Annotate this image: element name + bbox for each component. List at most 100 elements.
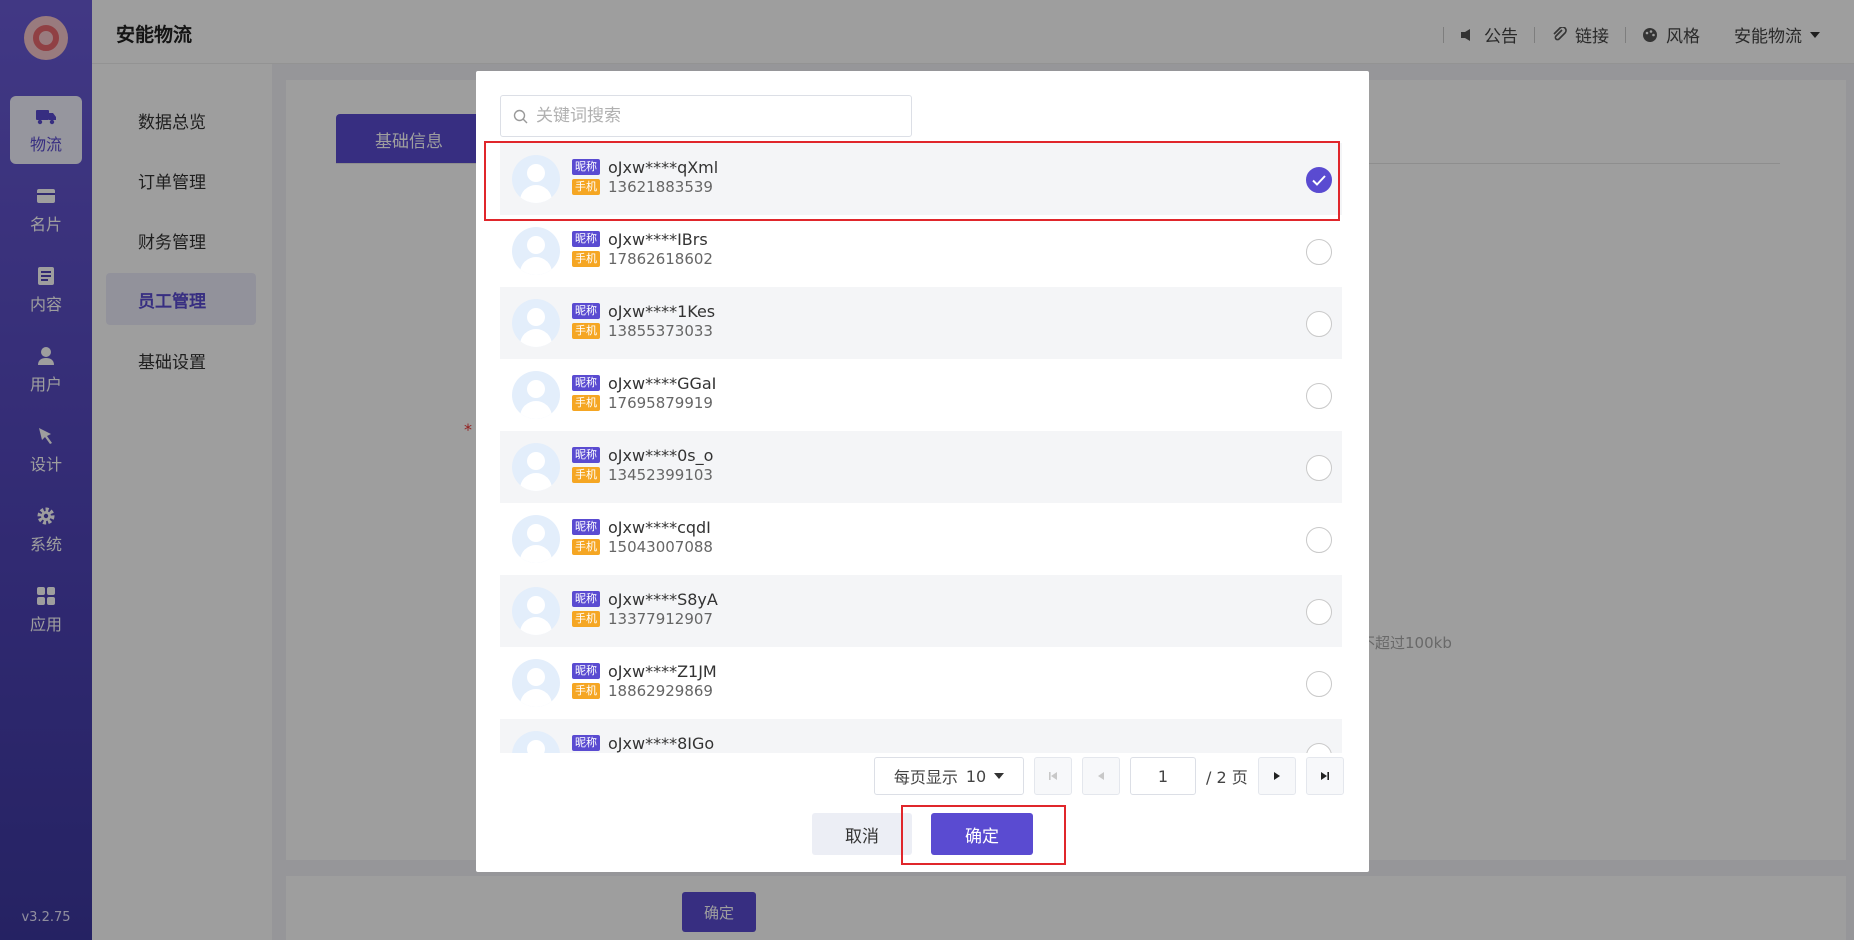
nickname-tag: 昵称 — [572, 231, 600, 247]
confirm-highlight — [901, 805, 1066, 865]
user-info: 昵称 oJxw****cqdI 手机 15043007088 — [572, 517, 713, 557]
select-radio[interactable] — [1306, 239, 1332, 265]
phone-tag: 手机 — [572, 539, 600, 555]
user-row[interactable]: 昵称 oJxw****1Kes 手机 13855373033 — [500, 287, 1342, 359]
phone-line: 手机 13855373033 — [572, 321, 715, 341]
caret-right-icon — [1273, 772, 1280, 780]
user-row[interactable]: 昵称 oJxw****IBrs 手机 17862618602 — [500, 215, 1342, 287]
nickname: oJxw****GGaI — [608, 373, 717, 393]
phone-tag: 手机 — [572, 323, 600, 339]
phone-tag: 手机 — [572, 251, 600, 267]
user-row[interactable]: 昵称 oJxw****cqdI 手机 15043007088 — [500, 503, 1342, 575]
avatar — [512, 515, 560, 563]
avatar — [512, 443, 560, 491]
phone-line: 手机 13452399103 — [572, 465, 713, 485]
user-row[interactable]: 昵称 oJxw****S8yA 手机 13377912907 — [500, 575, 1342, 647]
phone-number: 13855373033 — [608, 322, 713, 340]
nickname-tag: 昵称 — [572, 663, 600, 679]
select-user-modal: 昵称oJxw****qXml手机13621883539昵称oJxw****IBr… — [476, 71, 1369, 872]
per-page-select[interactable]: 每页显示 10 — [874, 757, 1024, 795]
nickname-tag: 昵称 — [572, 447, 600, 463]
user-row[interactable]: 昵称 oJxw****GGaI 手机 17695879919 — [500, 359, 1342, 431]
nickname-line: 昵称 oJxw****8IGo — [572, 733, 714, 753]
last-page-button[interactable] — [1305, 757, 1344, 795]
avatar — [512, 371, 560, 419]
next-page-button[interactable] — [1257, 757, 1296, 795]
user-row[interactable]: 昵称oJxw****8IGo手机 — [500, 719, 1342, 753]
nickname: oJxw****0s_o — [608, 445, 714, 465]
user-info: 昵称 oJxw****IBrs 手机 17862618602 — [572, 229, 713, 269]
select-radio[interactable] — [1306, 455, 1332, 481]
phone-line: 手机 18862929869 — [572, 681, 717, 701]
nickname-tag: 昵称 — [572, 375, 600, 391]
page-number-input[interactable]: 1 — [1130, 757, 1196, 795]
search-input[interactable] — [536, 106, 896, 126]
avatar — [512, 587, 560, 635]
phone-line: 手机 17695879919 — [572, 393, 716, 413]
phone-number: 13452399103 — [608, 466, 713, 484]
phone-tag: 手机 — [572, 683, 600, 699]
phone-tag: 手机 — [572, 395, 600, 411]
nickname-line: 昵称 oJxw****Z1JM — [572, 661, 717, 681]
nickname: oJxw****1Kes — [608, 301, 716, 321]
phone-tag: 手机 — [572, 611, 600, 627]
nickname-tag: 昵称 — [572, 591, 600, 607]
phone-line: 手机 13377912907 — [572, 609, 718, 629]
avatar — [512, 659, 560, 707]
per-page-label: 每页显示 — [893, 768, 958, 787]
select-radio[interactable] — [1306, 311, 1332, 337]
phone-number: 17695879919 — [608, 394, 713, 412]
nickname: oJxw****S8yA — [608, 589, 718, 609]
phone-number: 15043007088 — [608, 538, 713, 556]
nickname-line: 昵称 oJxw****S8yA — [572, 589, 718, 609]
phone-line: 手机 17862618602 — [572, 249, 713, 269]
first-page-icon — [1049, 772, 1057, 780]
select-radio[interactable] — [1306, 383, 1332, 409]
user-info: 昵称 oJxw****S8yA 手机 13377912907 — [572, 589, 718, 629]
phone-line: 手机 15043007088 — [572, 537, 713, 557]
avatar — [512, 227, 560, 275]
nickname-line: 昵称 oJxw****1Kes — [572, 301, 715, 321]
caret-down-icon — [994, 773, 1005, 779]
total-pages: / 2 页 — [1206, 768, 1248, 787]
last-page-icon — [1320, 772, 1329, 780]
search-icon — [513, 109, 528, 123]
user-row[interactable]: 昵称 oJxw****0s_o 手机 13452399103 — [500, 431, 1342, 503]
caret-left-icon — [1098, 772, 1104, 780]
nickname: oJxw****Z1JM — [608, 661, 717, 681]
user-info: 昵称 oJxw****0s_o 手机 13452399103 — [572, 445, 713, 485]
nickname-line: 昵称 oJxw****IBrs — [572, 229, 713, 249]
nickname: oJxw****cqdI — [608, 517, 711, 537]
per-page-value: 10 — [965, 766, 987, 786]
nickname-tag: 昵称 — [572, 735, 600, 751]
phone-number: 18862929869 — [608, 682, 713, 700]
pagination: 每页显示 10 1 / 2 页 — [874, 757, 1344, 795]
selection-highlight — [484, 141, 1340, 221]
avatar — [512, 731, 560, 753]
select-radio[interactable] — [1306, 527, 1332, 553]
nickname: oJxw****IBrs — [608, 229, 708, 249]
phone-number: 17862618602 — [608, 250, 713, 268]
search-box — [500, 95, 912, 137]
phone-tag: 手机 — [572, 467, 600, 483]
prev-page-button[interactable] — [1082, 757, 1120, 795]
nickname-line: 昵称 oJxw****GGaI — [572, 373, 716, 393]
select-radio[interactable] — [1306, 671, 1332, 697]
user-info: 昵称 oJxw****GGaI 手机 17695879919 — [572, 373, 716, 413]
user-info: 昵称 oJxw****Z1JM 手机 18862929869 — [572, 661, 717, 701]
avatar — [512, 299, 560, 347]
select-radio[interactable] — [1306, 599, 1332, 625]
nickname-tag: 昵称 — [572, 519, 600, 535]
nickname: oJxw****8IGo — [608, 733, 715, 753]
user-list: 昵称 oJxw****qXml 手机 13621883539 昵称 oJxw****IBr… — [500, 143, 1342, 753]
nickname-line: 昵称 oJxw****0s_o — [572, 445, 713, 465]
nickname-tag: 昵称 — [572, 303, 600, 319]
first-page-button[interactable] — [1034, 757, 1072, 795]
phone-number: 13377912907 — [608, 610, 713, 628]
nickname-line: 昵称 oJxw****cqdI — [572, 517, 713, 537]
user-row[interactable]: 昵称 oJxw****Z1JM 手机 18862929869 — [500, 647, 1342, 719]
user-info: 昵称 oJxw****1Kes 手机 13855373033 — [572, 301, 715, 341]
cancel-button[interactable]: 取消 — [812, 813, 912, 855]
user-info: 昵称oJxw****8IGo手机 — [572, 733, 714, 753]
select-radio[interactable] — [1306, 743, 1332, 753]
